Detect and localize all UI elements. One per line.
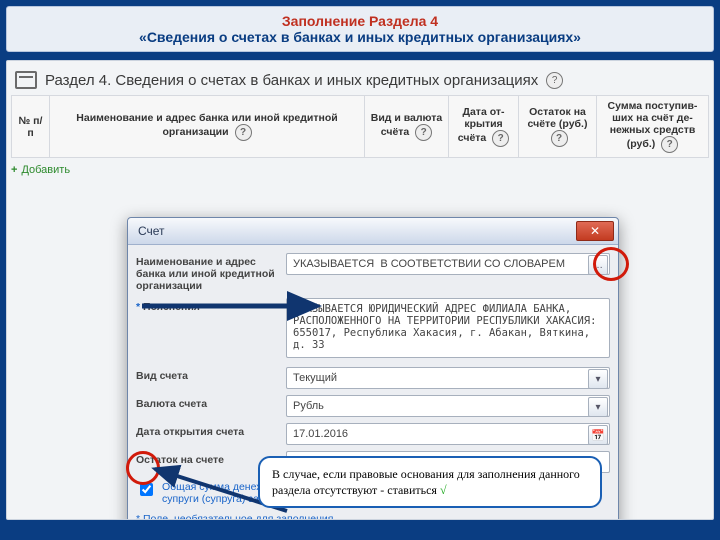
help-icon[interactable]: ? xyxy=(492,130,509,147)
col-bank: Наименование и адрес банка или иной кред… xyxy=(50,96,365,158)
col-inflow: Сумма поступив-ших на счёт де-нежных сре… xyxy=(597,96,709,158)
section-title: Раздел 4. Сведения о счетах в банках и и… xyxy=(45,72,538,89)
label-explain: Пояснения xyxy=(136,298,286,313)
col-type: Вид и валюта счёта ? xyxy=(365,96,449,158)
app-window: Раздел 4. Сведения о счетах в банках и и… xyxy=(6,60,714,520)
section-icon xyxy=(15,71,37,89)
dialog-title: Счет xyxy=(132,224,576,238)
bank-input[interactable] xyxy=(286,253,610,275)
chevron-down-icon[interactable]: ▾ xyxy=(588,397,608,417)
banner-title: Заполнение Раздела 4 xyxy=(282,13,438,29)
help-icon[interactable]: ? xyxy=(551,130,568,147)
accounts-table-header: № п/п Наименование и адрес банка или ино… xyxy=(11,95,709,158)
banner-subtitle: «Сведения о счетах в банках и иных креди… xyxy=(139,29,581,45)
checkmark-icon: √ xyxy=(440,483,447,497)
slide-title-banner: Заполнение Раздела 4 «Сведения о счетах … xyxy=(6,6,714,52)
type-select[interactable] xyxy=(286,367,610,389)
dialog-footnote: * Поле, необязательное для заполнения xyxy=(136,513,610,520)
calendar-icon[interactable]: 📅 xyxy=(588,425,608,445)
section-header: Раздел 4. Сведения о счетах в банках и и… xyxy=(11,65,709,95)
col-balance: Остаток на счёте (руб.) ? xyxy=(519,96,597,158)
add-button[interactable]: + Добавить xyxy=(11,164,70,176)
chevron-down-icon[interactable]: ▾ xyxy=(588,369,608,389)
col-date: Дата от-крытия счёта ? xyxy=(449,96,519,158)
help-icon[interactable]: ? xyxy=(415,124,432,141)
help-icon[interactable]: ? xyxy=(661,136,678,153)
explain-textarea[interactable]: УКАЗЫВАЕТСЯ ЮРИДИЧЕСКИЙ АДРЕС ФИЛИАЛА БА… xyxy=(286,298,610,358)
total-inflow-checkbox[interactable] xyxy=(140,483,153,496)
date-input[interactable] xyxy=(286,423,610,445)
col-number: № п/п xyxy=(12,96,50,158)
help-icon[interactable]: ? xyxy=(546,72,563,89)
add-label: Добавить xyxy=(21,164,70,176)
label-bank: Наименование и адрес банка или иной кред… xyxy=(136,253,286,292)
label-currency: Валюта счета xyxy=(136,395,286,410)
dialog-titlebar[interactable]: Счет ✕ xyxy=(128,218,618,245)
lookup-button[interactable]: … xyxy=(588,255,608,275)
help-icon[interactable]: ? xyxy=(235,124,252,141)
currency-select[interactable] xyxy=(286,395,610,417)
plus-icon: + xyxy=(11,164,17,176)
label-date: Дата открытия счета xyxy=(136,423,286,438)
close-button[interactable]: ✕ xyxy=(576,221,614,241)
callout-note: В случае, если правовые основания для за… xyxy=(258,456,602,508)
label-type: Вид счета xyxy=(136,367,286,382)
close-icon: ✕ xyxy=(590,224,600,238)
callout-text: В случае, если правовые основания для за… xyxy=(272,467,580,497)
